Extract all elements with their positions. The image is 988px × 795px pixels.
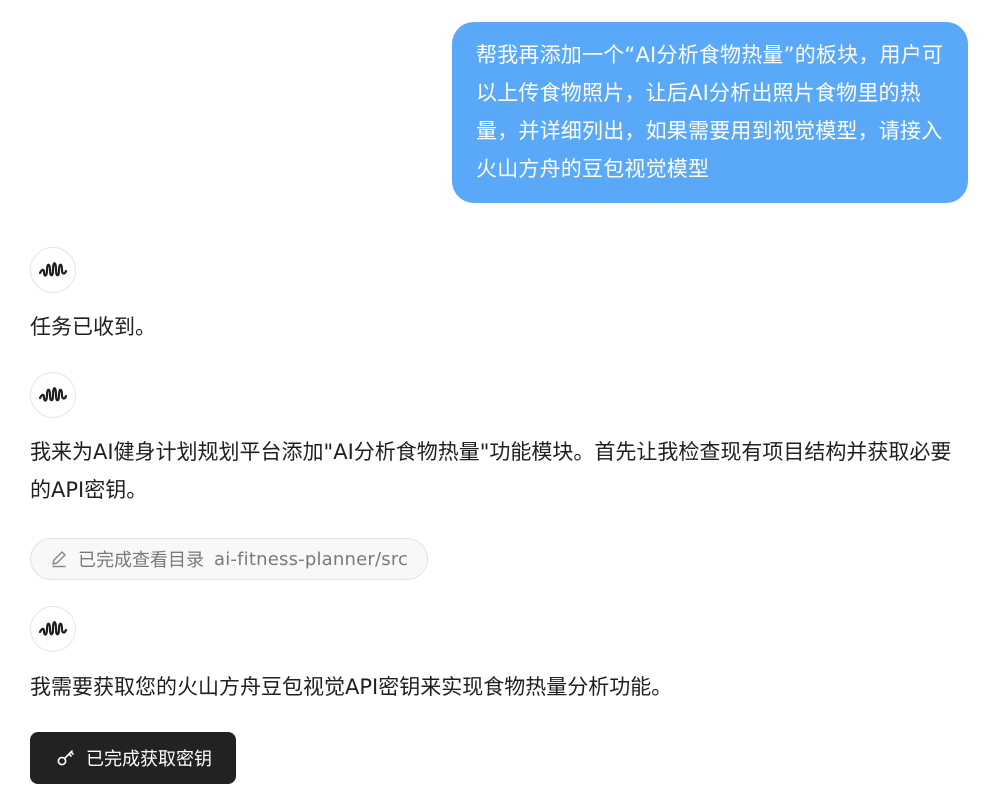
chat-transcript: 帮我再添加一个“AI分析食物热量”的板块，用户可以上传食物照片，让后AI分析出照… — [0, 0, 988, 795]
assistant-avatar — [30, 247, 76, 293]
assistant-message: 我需要获取您的火山方舟豆包视觉API密钥来实现食物热量分析功能。 — [30, 675, 673, 699]
assistant-avatar — [30, 606, 76, 652]
tool-status-label: 已完成查看目录 — [78, 550, 204, 571]
pencil-icon — [50, 550, 68, 568]
user-message-bubble: 帮我再添加一个“AI分析食物热量”的板块，用户可以上传食物照片，让后AI分析出照… — [452, 22, 968, 203]
tool-path: ai-fitness-planner/src — [214, 548, 409, 570]
get-key-button-label: 已完成获取密钥 — [86, 749, 212, 770]
waveform-icon — [38, 617, 68, 641]
waveform-icon — [38, 258, 68, 282]
assistant-message: 我来为AI健身计划规划平台添加"AI分析食物热量"功能模块。首先让我检查现有项目… — [30, 440, 952, 502]
key-icon — [56, 749, 78, 767]
assistant-message: 任务已收到。 — [30, 315, 156, 339]
waveform-icon — [38, 383, 68, 407]
tool-status-chip[interactable]: 已完成查看目录 ai-fitness-planner/src — [30, 538, 429, 580]
user-message-text: 帮我再添加一个“AI分析食物热量”的板块，用户可以上传食物照片，让后AI分析出照… — [476, 43, 944, 181]
assistant-avatar — [30, 372, 76, 418]
get-key-button[interactable]: 已完成获取密钥 — [30, 732, 236, 784]
